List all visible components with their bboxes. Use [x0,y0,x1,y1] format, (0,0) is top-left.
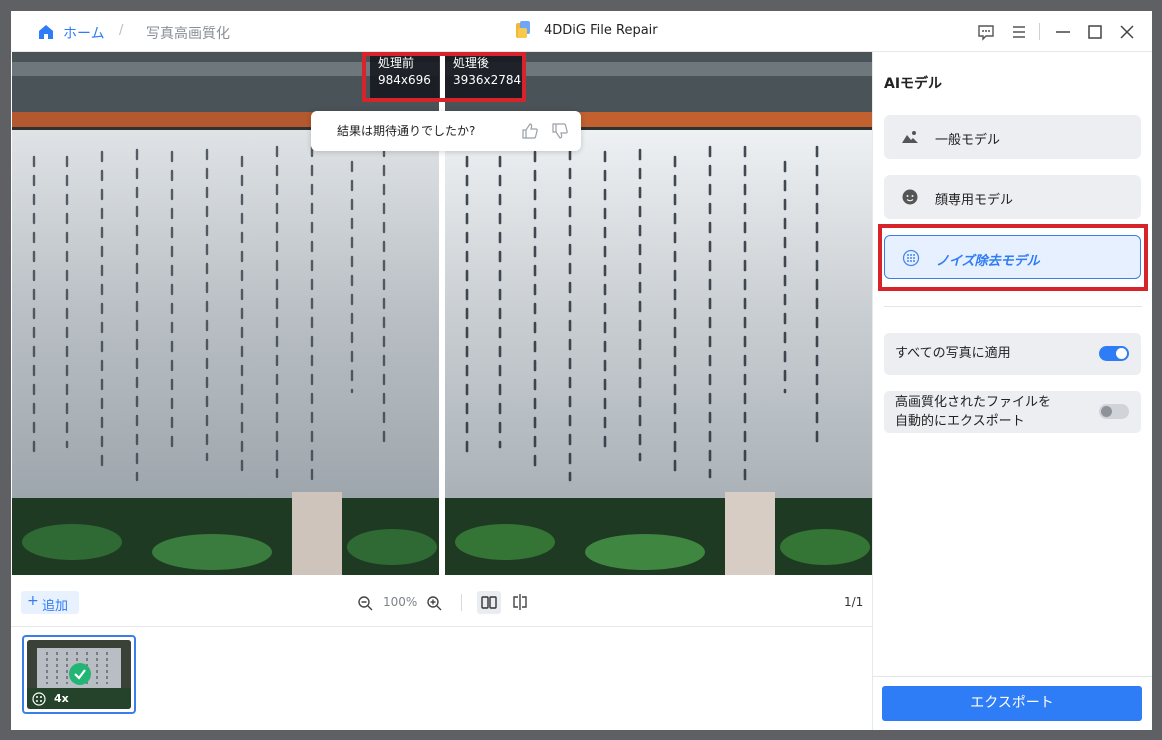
menu-icon[interactable] [1010,23,1028,41]
maximize-icon[interactable] [1086,23,1104,41]
split-view-icon[interactable] [511,593,529,611]
comparison-preview: 処理前 984x696 処理後 3936x2784 結果は期待通りでしたか? [11,52,872,589]
breadcrumb-current: 写真高画質化 [146,26,230,42]
panel-title: AIモデル [884,76,943,92]
side-by-side-icon [481,596,497,609]
model-panel: AIモデル 一般モデル 顔専用モデル ノイズ除去モデル すべての写真に適用 高画… [872,52,1152,730]
page-counter: 1/1 [844,595,864,609]
feedback-prompt: 結果は期待通りでしたか? [337,124,476,138]
panel-bottom-divider [873,676,1152,677]
close-icon[interactable] [1118,23,1136,41]
thumbs-down-icon[interactable] [551,122,569,140]
auto-export-row: 高画質化されたファイルを 自動的にエクスポート [884,391,1141,433]
thumbnail-item[interactable]: 4x [22,635,136,714]
apply-all-toggle[interactable] [1099,346,1129,361]
highlight-box-model [878,224,1148,291]
face-model-button[interactable]: 顔専用モデル [884,175,1141,219]
thumbs-up-icon[interactable] [521,122,539,140]
apply-all-row: すべての写真に適用 [884,333,1141,375]
general-model-label: 一般モデル [935,133,1001,148]
face-model-label: 顔専用モデル [935,193,1014,208]
zoom-out-icon[interactable] [357,595,373,611]
breadcrumb-separator: / [119,23,124,38]
plus-icon: + [27,593,39,609]
thumbnail-strip: 4x [11,628,872,730]
preview-toolbar: + 追加 100% 1/1 [11,589,872,627]
titlebar-divider [1039,23,1040,40]
auto-export-toggle[interactable] [1099,404,1129,419]
side-by-side-view-button[interactable] [477,591,501,614]
toolbar-divider [461,594,462,611]
success-check-icon [69,663,91,685]
add-button[interactable]: + 追加 [21,591,79,614]
minimize-icon[interactable] [1054,23,1072,41]
export-button[interactable]: エクスポート [882,686,1142,721]
general-model-button[interactable]: 一般モデル [884,115,1141,159]
home-icon[interactable] [38,24,54,40]
feedback-popup: 結果は期待通りでしたか? [311,111,581,151]
highlight-box-resolution [362,52,526,102]
auto-export-label-line1: 高画質化されたファイルを [895,395,1052,410]
denoise-icon [32,692,46,706]
app-window: ホーム / 写真高画質化 4DDiG File Repair 処理前 984x6… [11,11,1152,730]
app-title: 4DDiG File Repair [544,23,658,38]
feedback-icon[interactable] [977,23,995,41]
title-bar: ホーム / 写真高画質化 4DDiG File Repair [11,11,1152,52]
face-icon [902,189,918,205]
auto-export-label-line2: 自動的にエクスポート [895,414,1025,429]
add-button-label: 追加 [42,599,69,614]
thumbnail-image: 4x [27,640,131,709]
landscape-icon [902,131,918,143]
breadcrumb-home[interactable]: ホーム [63,23,105,43]
apply-all-label: すべての写真に適用 [895,346,1011,361]
zoom-in-icon[interactable] [426,595,442,611]
zoom-level: 100% [383,595,418,609]
scale-badge: 4x [54,692,69,705]
panel-divider [884,306,1142,307]
app-logo-icon [516,21,530,38]
